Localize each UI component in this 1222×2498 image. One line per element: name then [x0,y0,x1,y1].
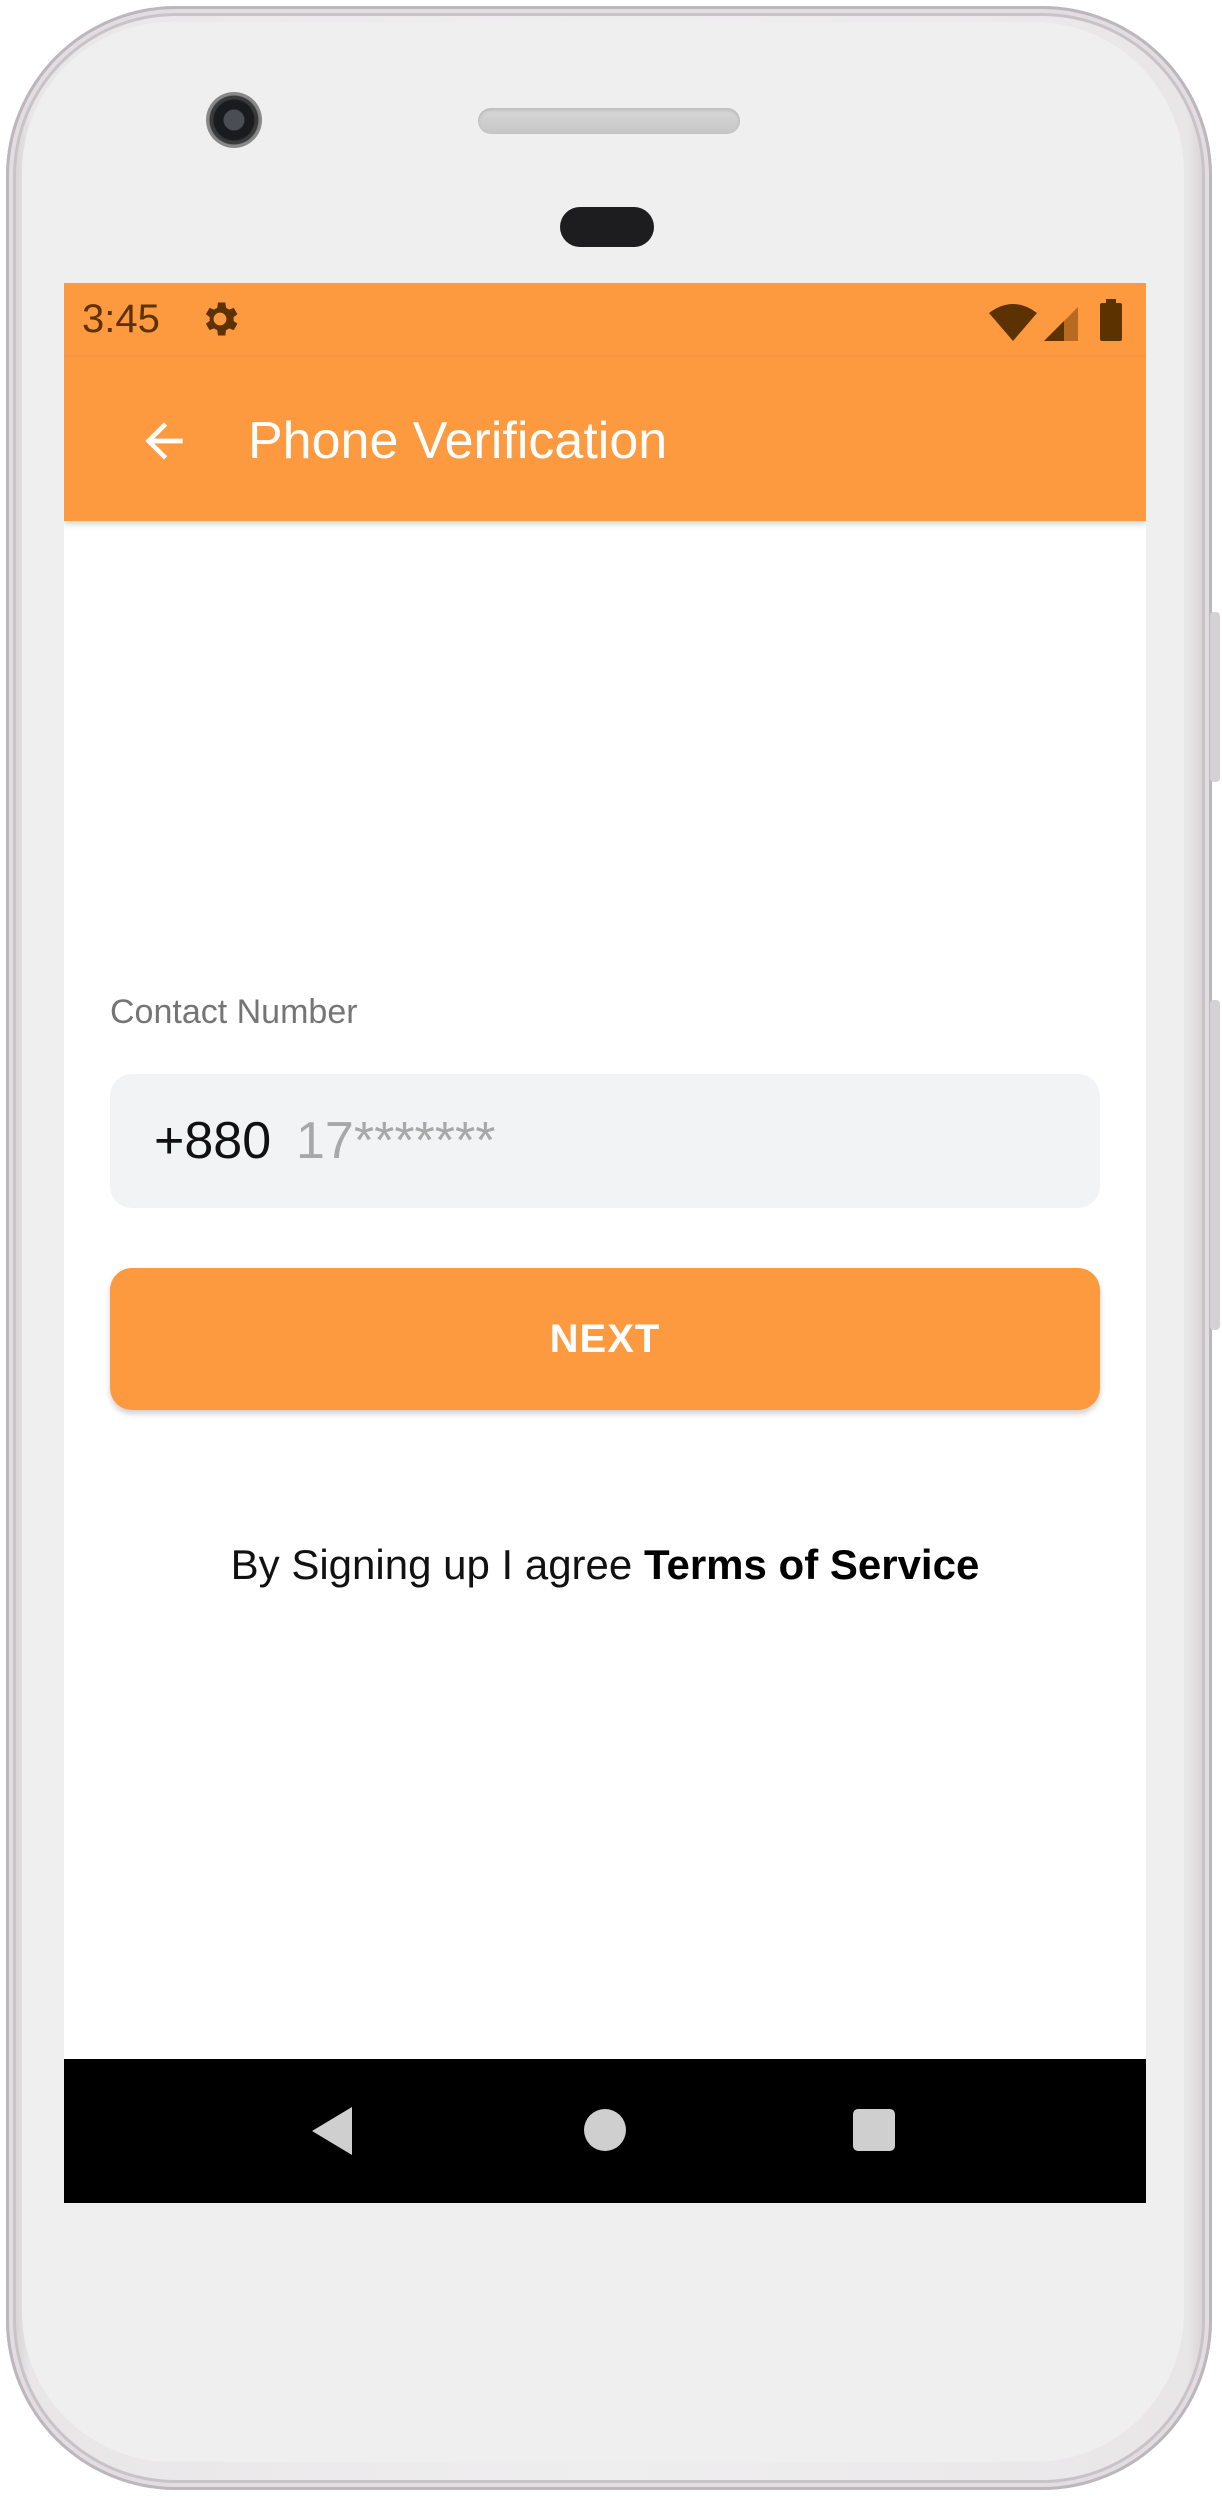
screen: 3:45 Phone Verification Contact Number +… [64,283,1146,2203]
nav-back-icon[interactable] [308,2105,360,2157]
phone-number-input[interactable] [296,1106,1056,1176]
terms-statement: By Signing up I agree Terms of Service [64,1541,1146,1589]
status-bar: 3:45 [64,283,1146,357]
volume-side-button [1210,1000,1220,1330]
arrow-left-icon[interactable] [136,413,192,469]
power-side-button [1210,612,1220,782]
gear-icon [205,302,238,336]
proximity-sensor [560,207,654,247]
terms-of-service-link[interactable]: Terms of Service [644,1541,979,1588]
status-time: 3:45 [82,297,160,341]
app-bar: Phone Verification [64,357,1146,521]
terms-prefix: By Signing up I agree [230,1541,644,1588]
next-button[interactable]: NEXT [110,1268,1100,1410]
page-title: Phone Verification [248,412,668,470]
signal-icon [1044,307,1078,341]
wifi-icon [989,304,1037,341]
nav-recents-icon[interactable] [853,2109,895,2151]
contact-number-label: Contact Number [110,993,358,1031]
front-camera [206,92,262,148]
earpiece-speaker [478,108,740,134]
system-nav-bar [64,2059,1146,2203]
nav-home-icon[interactable] [584,2109,626,2151]
phone-number-field[interactable]: +880 [110,1074,1100,1208]
country-code: +880 [154,1112,272,1170]
battery-icon [1100,299,1122,341]
